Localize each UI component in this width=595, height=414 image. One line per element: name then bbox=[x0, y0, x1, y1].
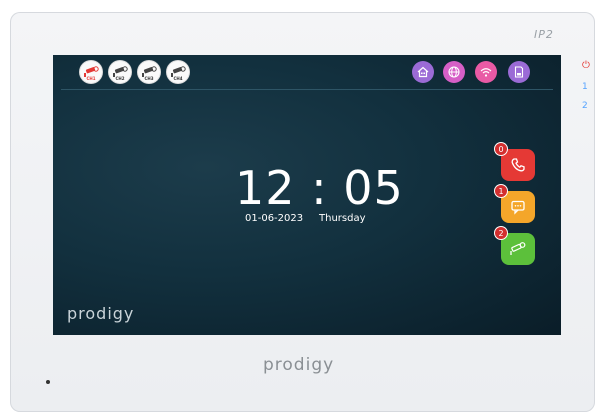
camera-ch2-button[interactable]: CH2 bbox=[109, 61, 131, 83]
call-count-badge: 0 bbox=[495, 143, 507, 155]
home-icon[interactable] bbox=[412, 61, 434, 83]
wifi-icon[interactable] bbox=[475, 61, 497, 83]
clock-date: 01-06-2023 bbox=[245, 213, 304, 224]
side-indicator-1: 1 bbox=[582, 82, 588, 92]
camera-label: CH3 bbox=[144, 76, 154, 81]
camera-ch1-button[interactable]: CH1 bbox=[80, 61, 102, 83]
device-brand-logo: prodigy bbox=[263, 355, 335, 375]
message-button[interactable]: 1 bbox=[495, 185, 535, 223]
microphone-dot bbox=[46, 380, 50, 384]
side-indicator-2: 2 bbox=[582, 101, 588, 111]
camera-label: CH4 bbox=[173, 76, 183, 81]
model-label: IP2 bbox=[534, 28, 554, 41]
display-screen: CH1 CH2 CH3 CH4 12 : 05 01-06-2023 Thurs… bbox=[53, 55, 561, 335]
monitor-count-badge: 2 bbox=[495, 227, 507, 239]
camera-label: CH1 bbox=[86, 76, 96, 81]
status-divider bbox=[61, 89, 553, 90]
sd-card-icon[interactable] bbox=[508, 61, 530, 83]
power-icon[interactable]: ⏻ bbox=[582, 60, 590, 71]
message-icon bbox=[511, 200, 525, 215]
phone-icon bbox=[511, 158, 525, 172]
camera-label: CH2 bbox=[115, 76, 125, 81]
globe-icon[interactable] bbox=[443, 61, 465, 83]
clock-time: 12 : 05 bbox=[235, 161, 404, 215]
clock-day: Thursday bbox=[319, 213, 366, 224]
screen-brand-logo: prodigy bbox=[67, 304, 135, 323]
call-log-button[interactable]: 0 bbox=[495, 143, 535, 181]
camera-ch4-button[interactable]: CH4 bbox=[167, 61, 189, 83]
camera-ch3-button[interactable]: CH3 bbox=[138, 61, 160, 83]
cctv-icon bbox=[510, 242, 526, 255]
monitor-button[interactable]: 2 bbox=[495, 227, 535, 265]
message-count-badge: 1 bbox=[495, 185, 507, 197]
